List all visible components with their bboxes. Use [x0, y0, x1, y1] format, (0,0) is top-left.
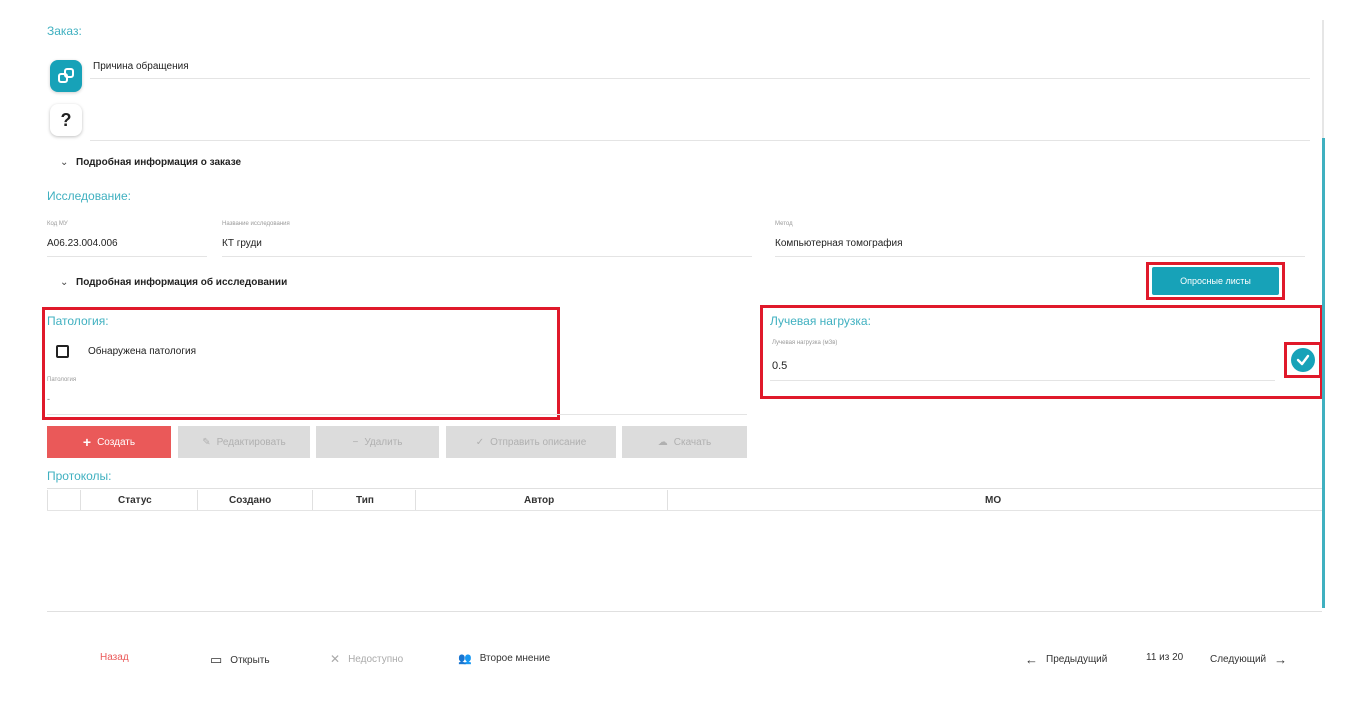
study-section-title: Исследование:	[47, 189, 131, 203]
unavailable-button[interactable]: ✕ Недоступно	[330, 652, 403, 666]
delete-button[interactable]: − Удалить	[316, 426, 439, 458]
code-value: A06.23.004.006	[47, 238, 118, 249]
previous-label: Предыдущий	[1046, 654, 1108, 665]
help-icon[interactable]: ?	[50, 104, 82, 136]
delete-label: Удалить	[364, 436, 403, 448]
unavailable-label: Недоступно	[348, 653, 404, 665]
chat-app-icon[interactable]	[50, 60, 82, 92]
close-icon: ✕	[330, 652, 341, 666]
edit-label: Редактировать	[216, 436, 286, 448]
study-name-label: Название исследования	[222, 221, 290, 227]
code-label: Код МУ	[47, 221, 68, 227]
arrow-left-icon: ←	[1025, 652, 1038, 667]
pathology-highlight	[42, 307, 560, 420]
study-details-label: Подробная информация об исследовании	[76, 277, 288, 288]
radiation-section-title: Лучевая нагрузка:	[770, 314, 871, 328]
column-header-status[interactable]: Статус	[118, 495, 152, 506]
check-circle-icon[interactable]	[1291, 348, 1315, 372]
cloud-download-icon: ☁	[657, 436, 668, 448]
method-value: Компьютерная томография	[775, 238, 903, 249]
people-icon: 👥	[458, 653, 472, 665]
chevron-down-icon: ⌄	[60, 277, 69, 288]
radiation-value[interactable]: 0.5	[772, 360, 787, 372]
download-button[interactable]: ☁ Скачать	[622, 426, 747, 458]
edit-button[interactable]: ✎ Редактировать	[178, 426, 310, 458]
pathology-section-title: Патология:	[47, 314, 109, 328]
pagination-text: 11 из 20	[1146, 652, 1184, 663]
create-label: Создать	[97, 436, 136, 448]
back-label: Назад	[100, 652, 129, 663]
pathology-checkbox-label: Обнаружена патология	[88, 346, 196, 357]
next-button[interactable]: Следующий →	[1210, 652, 1287, 667]
next-label: Следующий	[1210, 654, 1267, 665]
questionnaire-button[interactable]: Опросные листы	[1152, 267, 1279, 295]
column-header-author[interactable]: Автор	[524, 495, 554, 506]
pathology-checkbox[interactable]	[56, 345, 69, 358]
arrow-right-icon: →	[1274, 652, 1288, 667]
window-icon: ▭	[210, 652, 223, 667]
plus-icon: +	[82, 434, 92, 450]
check-icon: ✓	[475, 436, 485, 448]
open-label: Открыть	[230, 654, 270, 666]
help-glyph: ?	[60, 109, 72, 130]
minus-icon: −	[352, 436, 359, 448]
column-header-created[interactable]: Создано	[229, 495, 271, 506]
order-section-title: Заказ:	[47, 24, 82, 38]
method-label: Метод	[775, 221, 793, 227]
column-header-mo[interactable]: МО	[985, 495, 1001, 506]
reason-label: Причина обращения	[93, 61, 189, 72]
scrollbar-thumb[interactable]	[1322, 138, 1325, 608]
study-name-value: КТ груди	[222, 238, 262, 249]
send-description-button[interactable]: ✓ Отправить описание	[446, 426, 616, 458]
send-label: Отправить описание	[490, 436, 587, 448]
protocols-table	[47, 488, 1322, 612]
second-opinion-label: Второе мнение	[479, 653, 551, 664]
order-details-toggle[interactable]: ⌄ Подробная информация о заказе	[60, 157, 241, 168]
open-button[interactable]: ▭ Открыть	[210, 652, 270, 668]
back-button[interactable]: Назад	[100, 652, 129, 663]
create-button[interactable]: + Создать	[47, 426, 171, 458]
scrollbar-track	[1322, 20, 1324, 138]
protocols-section-title: Протоколы:	[47, 469, 112, 483]
pathology-note-label: Патология	[47, 377, 77, 383]
column-header-type[interactable]: Тип	[356, 495, 374, 506]
pencil-icon: ✎	[202, 436, 211, 448]
order-details-label: Подробная информация о заказе	[76, 157, 242, 168]
study-details-toggle[interactable]: ⌄ Подробная информация об исследовании	[60, 277, 287, 288]
download-label: Скачать	[673, 436, 712, 448]
radiation-field-label: Лучевая нагрузка (мЗв)	[772, 340, 838, 346]
previous-button[interactable]: ← Предыдущий	[1025, 652, 1107, 667]
pagination-indicator: 11 из 20	[1146, 652, 1183, 663]
second-opinion-button[interactable]: 👥 Второе мнение	[458, 652, 550, 665]
chevron-down-icon: ⌄	[60, 157, 69, 168]
pathology-note-value[interactable]: -	[47, 394, 50, 404]
